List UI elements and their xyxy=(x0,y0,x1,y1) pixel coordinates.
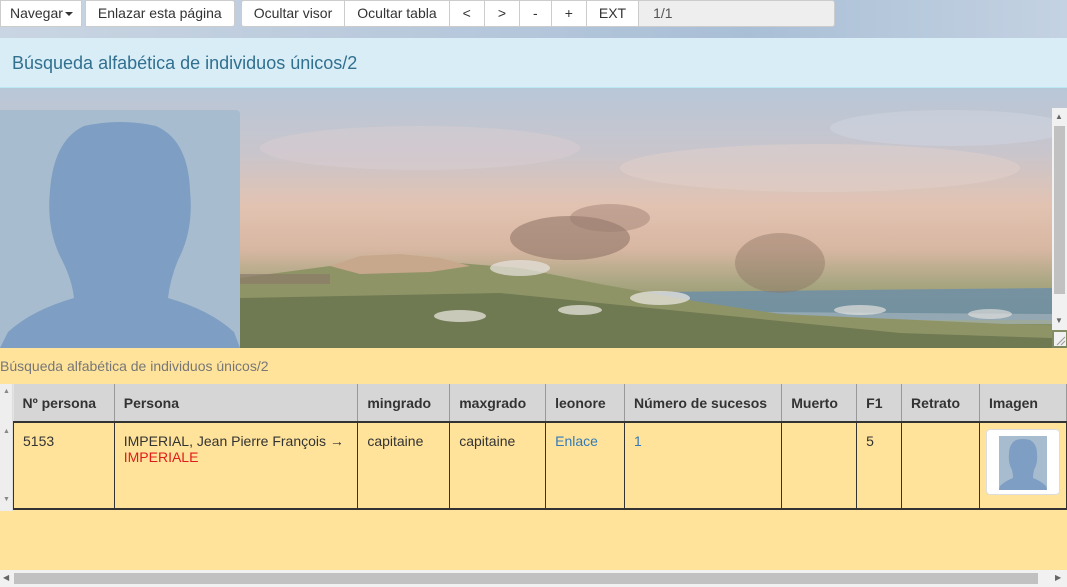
column-header[interactable]: Persona xyxy=(114,384,359,423)
zoom-in-button[interactable]: + xyxy=(551,0,587,27)
hide-viewer-button[interactable]: Ocultar visor xyxy=(240,0,346,27)
column-header[interactable]: Número de sucesos xyxy=(624,384,783,423)
cell-mingrado: capitaine xyxy=(357,422,451,510)
scroll-up-icon[interactable]: ▲ xyxy=(3,428,10,435)
thumbnail-image[interactable] xyxy=(985,429,1060,495)
title-bar: Búsqueda alfabética de individuos únicos… xyxy=(0,38,1067,88)
horizontal-scrollbar[interactable]: ◀ ▶ xyxy=(0,570,1067,587)
cell-numero: 5153 xyxy=(13,422,115,510)
scroll-left-icon[interactable]: ◀ xyxy=(3,573,9,582)
column-header[interactable]: leonore xyxy=(545,384,626,423)
resize-grip-icon[interactable] xyxy=(1054,332,1066,346)
scrollbar-thumb[interactable] xyxy=(1054,126,1065,294)
next-button[interactable]: > xyxy=(484,0,521,27)
toolbar: Navegar Enlazar esta página Ocultar viso… xyxy=(0,0,1067,38)
sucesos-link[interactable]: 1 xyxy=(634,433,642,449)
navigate-label: Navegar xyxy=(10,5,63,21)
section-title: Búsqueda alfabética de individuos únicos… xyxy=(0,358,269,374)
ext-button[interactable]: EXT xyxy=(586,0,640,27)
link-page-button[interactable]: Enlazar esta página xyxy=(84,0,235,27)
person-silhouette-icon xyxy=(0,122,240,348)
persona-alias: IMPERIALE xyxy=(123,449,199,465)
toolbar-button-group: Navegar Enlazar esta página Ocultar viso… xyxy=(0,0,836,28)
cell-persona: IMPERIAL, Jean Pierre François → IMPERIA… xyxy=(114,422,359,510)
cell-muerto xyxy=(781,422,858,510)
cell-imagen xyxy=(979,422,1067,510)
scrollbar-thumb[interactable] xyxy=(14,573,1038,584)
table-header-row: Nº persona Persona mingrado maxgrado leo… xyxy=(13,384,1067,423)
column-header[interactable]: maxgrado xyxy=(449,384,547,423)
row-scrollbar[interactable]: ▲ ▲ ▼ xyxy=(0,384,13,511)
column-header[interactable]: Muerto xyxy=(781,384,858,423)
zoom-out-button[interactable]: - xyxy=(520,0,552,27)
page-indicator: 1/1 xyxy=(639,0,836,27)
cell-retrato xyxy=(901,422,980,510)
cell-sucesos: 1 xyxy=(624,422,783,510)
leonore-link[interactable]: Enlace xyxy=(555,433,598,449)
results-grid: ▲ ▲ ▼ Nº persona Persona mingrado maxgra… xyxy=(0,384,1067,511)
scroll-up-icon[interactable]: ▲ xyxy=(1055,112,1063,121)
person-silhouette-icon xyxy=(998,436,1047,490)
scroll-down-icon[interactable]: ▼ xyxy=(1055,316,1063,325)
column-header[interactable]: Imagen xyxy=(979,384,1067,423)
column-header[interactable]: Retrato xyxy=(901,384,980,423)
column-header[interactable]: Nº persona xyxy=(13,384,115,423)
viewer-vertical-scrollbar[interactable]: ▲ ▼ xyxy=(1052,108,1067,330)
scroll-right-icon[interactable]: ▶ xyxy=(1055,573,1061,582)
prev-button[interactable]: < xyxy=(449,0,485,27)
cell-leonore: Enlace xyxy=(545,422,626,510)
scroll-up-icon[interactable]: ▲ xyxy=(3,388,10,395)
hide-table-button[interactable]: Ocultar tabla xyxy=(345,0,450,27)
caret-down-icon xyxy=(64,12,73,17)
column-header[interactable]: mingrado xyxy=(357,384,451,423)
persona-name: IMPERIAL, Jean Pierre François → xyxy=(123,433,344,449)
scroll-down-icon[interactable]: ▼ xyxy=(3,496,10,503)
cell-maxgrado: capitaine xyxy=(449,422,547,510)
cell-f1: 5 xyxy=(856,422,903,510)
results-table: Nº persona Persona mingrado maxgrado leo… xyxy=(13,384,1067,510)
table-row: 5153 IMPERIAL, Jean Pierre François → IM… xyxy=(13,422,1067,510)
page-title: Búsqueda alfabética de individuos únicos… xyxy=(12,53,358,73)
column-header[interactable]: F1 xyxy=(856,384,903,423)
navigate-dropdown[interactable]: Navegar xyxy=(0,0,82,27)
avatar xyxy=(0,110,240,348)
